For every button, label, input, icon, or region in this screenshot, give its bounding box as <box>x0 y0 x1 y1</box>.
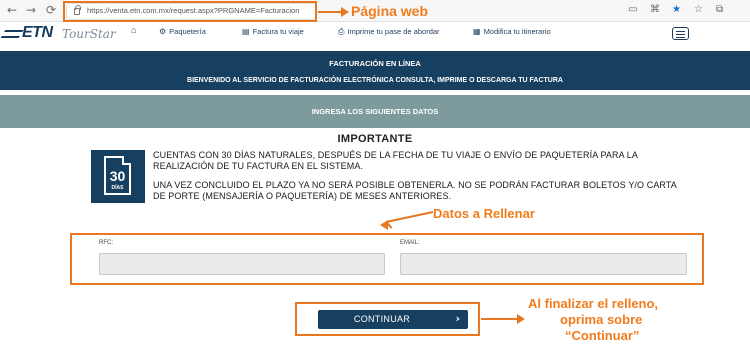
web-page-label: Página web <box>351 3 429 19</box>
email-label: EMAIL: <box>400 240 420 246</box>
invoice-icon: ▤ <box>242 27 250 36</box>
print-icon: ⎙ <box>338 27 345 36</box>
document-icon: 30 DÍAS <box>104 156 131 195</box>
back-icon[interactable]: ← <box>5 3 19 17</box>
instruction-banner: INGRESA LOS SIGUIENTES DATOS <box>0 95 750 128</box>
nav-item-modifica[interactable]: ▦ Modifica tu itinerario <box>473 27 551 36</box>
nav-item-label: Factura tu viaje <box>252 27 304 36</box>
days-word: DÍAS <box>111 185 124 191</box>
nav-item-imprime[interactable]: ⎙ Imprime tu pase de abordar <box>338 27 440 37</box>
favorites-icon[interactable]: ☆ <box>694 4 703 16</box>
nav-item-factura[interactable]: ▤ Factura tu viaje <box>242 27 304 36</box>
finish-label-1: Al finalizar el relleno, <box>528 296 659 311</box>
url-highlight-box <box>63 1 317 22</box>
finish-label-2: oprima sobre <box>560 312 643 327</box>
rfc-label: RFC: <box>99 240 113 246</box>
nav-item-label: Paquetería <box>169 27 206 36</box>
reload-icon[interactable]: ⟳ <box>44 3 58 17</box>
logo-brand: ETN <box>22 24 53 41</box>
chevron-right-icon: › <box>455 312 460 325</box>
site-navbar: ETN TourStar ⌂ ⚙ Paquetería ▤ Factura tu v… <box>0 22 750 45</box>
fields-label: Datos a Rellenar <box>433 206 535 221</box>
page-title: FACTURACIÓN EN LÍNEA <box>329 59 421 68</box>
menu-icon[interactable] <box>672 27 689 40</box>
apps-icon[interactable]: ⌘ <box>650 4 660 16</box>
important-heading: IMPORTANTE <box>337 133 413 145</box>
nav-item-paqueteria[interactable]: ⚙ Paquetería <box>159 27 206 36</box>
calendar-30-days-icon: 30 DÍAS <box>91 150 145 203</box>
nav-item-label: Modifica tu itinerario <box>483 27 551 36</box>
arrow-web-line <box>318 11 343 13</box>
reader-view-icon[interactable]: ▭ <box>628 4 637 16</box>
home-icon[interactable]: ⌂ <box>131 25 136 35</box>
logo-stripes <box>0 30 24 38</box>
nav-item-label: Imprime tu pase de abordar <box>347 27 440 36</box>
package-icon: ⚙ <box>159 27 167 36</box>
collections-icon[interactable]: ⧉ <box>716 4 723 16</box>
etn-logo[interactable]: ETN TourStar <box>0 24 118 44</box>
forward-icon[interactable]: → <box>24 3 38 17</box>
instruction-text: INGRESA LOS SIGUIENTES DATOS <box>311 107 439 116</box>
rfc-input[interactable] <box>99 253 385 275</box>
logo-sub: TourStar <box>62 27 116 41</box>
itinerary-icon: ▦ <box>473 27 481 36</box>
page-subtitle: BIENVENIDO AL SERVICIO DE FACTURACIÓN EL… <box>187 77 563 84</box>
arrow-fields-diag <box>385 211 434 223</box>
notice-paragraph-1: CUENTAS CON 30 DÍAS NATURALES, DESPUÉS D… <box>153 150 638 171</box>
email-input[interactable] <box>400 253 687 275</box>
notice-paragraph-2: UNA VEZ CONCLUIDO EL PLAZO YA NO SERÁ PO… <box>153 180 677 201</box>
arrow-fields-head <box>380 220 388 230</box>
days-number: 30 <box>109 168 126 184</box>
arrow-web-head <box>341 7 349 17</box>
finish-label-3: “Continuar” <box>565 328 640 343</box>
arrow-continue-line <box>481 318 519 320</box>
continue-label: CONTINUAR <box>353 314 411 324</box>
continue-button[interactable]: CONTINUAR › <box>318 310 468 329</box>
header-banner: FACTURACIÓN EN LÍNEA BIENVENIDO AL SERVI… <box>0 51 750 90</box>
favorite-star-icon[interactable]: ★ <box>672 4 681 16</box>
arrow-continue-head <box>517 314 525 324</box>
